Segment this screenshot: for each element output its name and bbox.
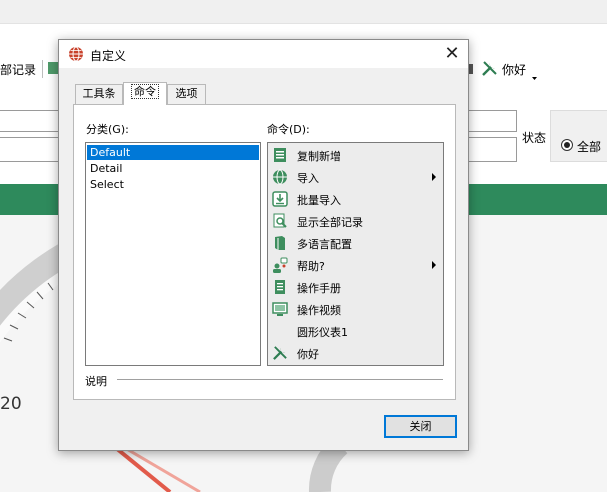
command-label: 复制新增 — [297, 150, 341, 163]
tab-commands[interactable]: 命令 — [123, 82, 167, 105]
document-copy-icon — [272, 147, 288, 163]
command-label: 操作视频 — [297, 304, 341, 317]
categories-label: 分类(G): — [86, 123, 129, 136]
manual-icon — [272, 279, 288, 295]
category-item-detail[interactable]: Detail — [87, 161, 259, 176]
submenu-arrow-icon — [432, 261, 436, 269]
book-icon — [272, 235, 288, 251]
background-window-top — [0, 0, 607, 24]
command-label: 圆形仪表1 — [297, 326, 348, 339]
description-label: 说明 — [85, 375, 107, 388]
command-item-help[interactable]: 帮助? — [269, 254, 442, 276]
chevron-down-icon[interactable] — [532, 71, 537, 80]
dialog-title: 自定义 — [90, 49, 127, 63]
customize-dialog: 自定义 ✕ 工具条 命令 选项 分类(G): 命令(D): Default De… — [58, 39, 469, 451]
close-button[interactable]: 关闭 — [384, 415, 457, 438]
toolbar-button-show-all-records[interactable]: 部记录 — [0, 61, 36, 78]
command-label: 你好 — [297, 348, 319, 361]
command-item-multilanguage-config[interactable]: 多语言配置 — [269, 232, 442, 254]
tools-icon — [272, 345, 288, 361]
tools-icon[interactable] — [481, 60, 498, 77]
command-item-import[interactable]: 导入 — [269, 166, 442, 188]
categories-list[interactable]: Default Detail Select — [85, 142, 261, 366]
command-label: 操作手册 — [297, 282, 341, 295]
command-label: 导入 — [297, 172, 319, 185]
command-item-show-all-records[interactable]: 显示全部记录 — [269, 210, 442, 232]
command-item-circular-gauge[interactable]: 圆形仪表1 — [269, 320, 442, 342]
monitor-icon — [272, 301, 288, 317]
description-divider — [117, 379, 443, 380]
app-globe-icon — [68, 46, 84, 62]
dialog-titlebar[interactable]: 自定义 ✕ — [59, 40, 468, 68]
command-item-hello[interactable]: 你好 — [269, 342, 442, 364]
tab-commands-label: 命令 — [131, 84, 159, 99]
globe-icon — [272, 169, 288, 185]
radio-all-label: 全部 — [577, 140, 602, 154]
tab-toolbars-label: 工具条 — [82, 87, 116, 100]
status-radio-group: 全部 — [550, 110, 607, 162]
command-item-batch-import[interactable]: 批量导入 — [269, 188, 442, 210]
tab-options[interactable]: 选项 — [167, 84, 206, 104]
command-label: 显示全部记录 — [297, 216, 363, 229]
command-item-manual[interactable]: 操作手册 — [269, 276, 442, 298]
tab-toolbars[interactable]: 工具条 — [75, 84, 123, 104]
command-item-copy-new[interactable]: 复制新增 — [269, 144, 442, 166]
commands-list[interactable]: 复制新增 导入 批量导入 显示全部记录 多语言配置 帮助? 操作手册 操作视频 … — [267, 142, 444, 366]
category-item-select[interactable]: Select — [87, 177, 259, 192]
command-label: 帮助? — [297, 260, 325, 273]
gauge-tick-label: 20 — [0, 394, 22, 414]
radio-all[interactable] — [561, 139, 573, 151]
toolbar-separator — [42, 60, 43, 78]
command-label: 批量导入 — [297, 194, 341, 207]
toolbar-button-hello[interactable]: 你好 — [502, 61, 526, 78]
help-users-icon — [272, 257, 288, 273]
status-label: 状态 — [522, 131, 547, 145]
category-item-default[interactable]: Default — [87, 145, 259, 160]
submenu-arrow-icon — [432, 173, 436, 181]
toolbar-icon-partial — [48, 60, 58, 76]
download-icon — [272, 191, 288, 207]
command-label: 多语言配置 — [297, 238, 352, 251]
search-document-icon — [272, 213, 288, 229]
tab-options-label: 选项 — [175, 87, 198, 100]
close-icon[interactable]: ✕ — [439, 42, 465, 66]
commands-label: 命令(D): — [267, 123, 310, 136]
command-item-video[interactable]: 操作视频 — [269, 298, 442, 320]
